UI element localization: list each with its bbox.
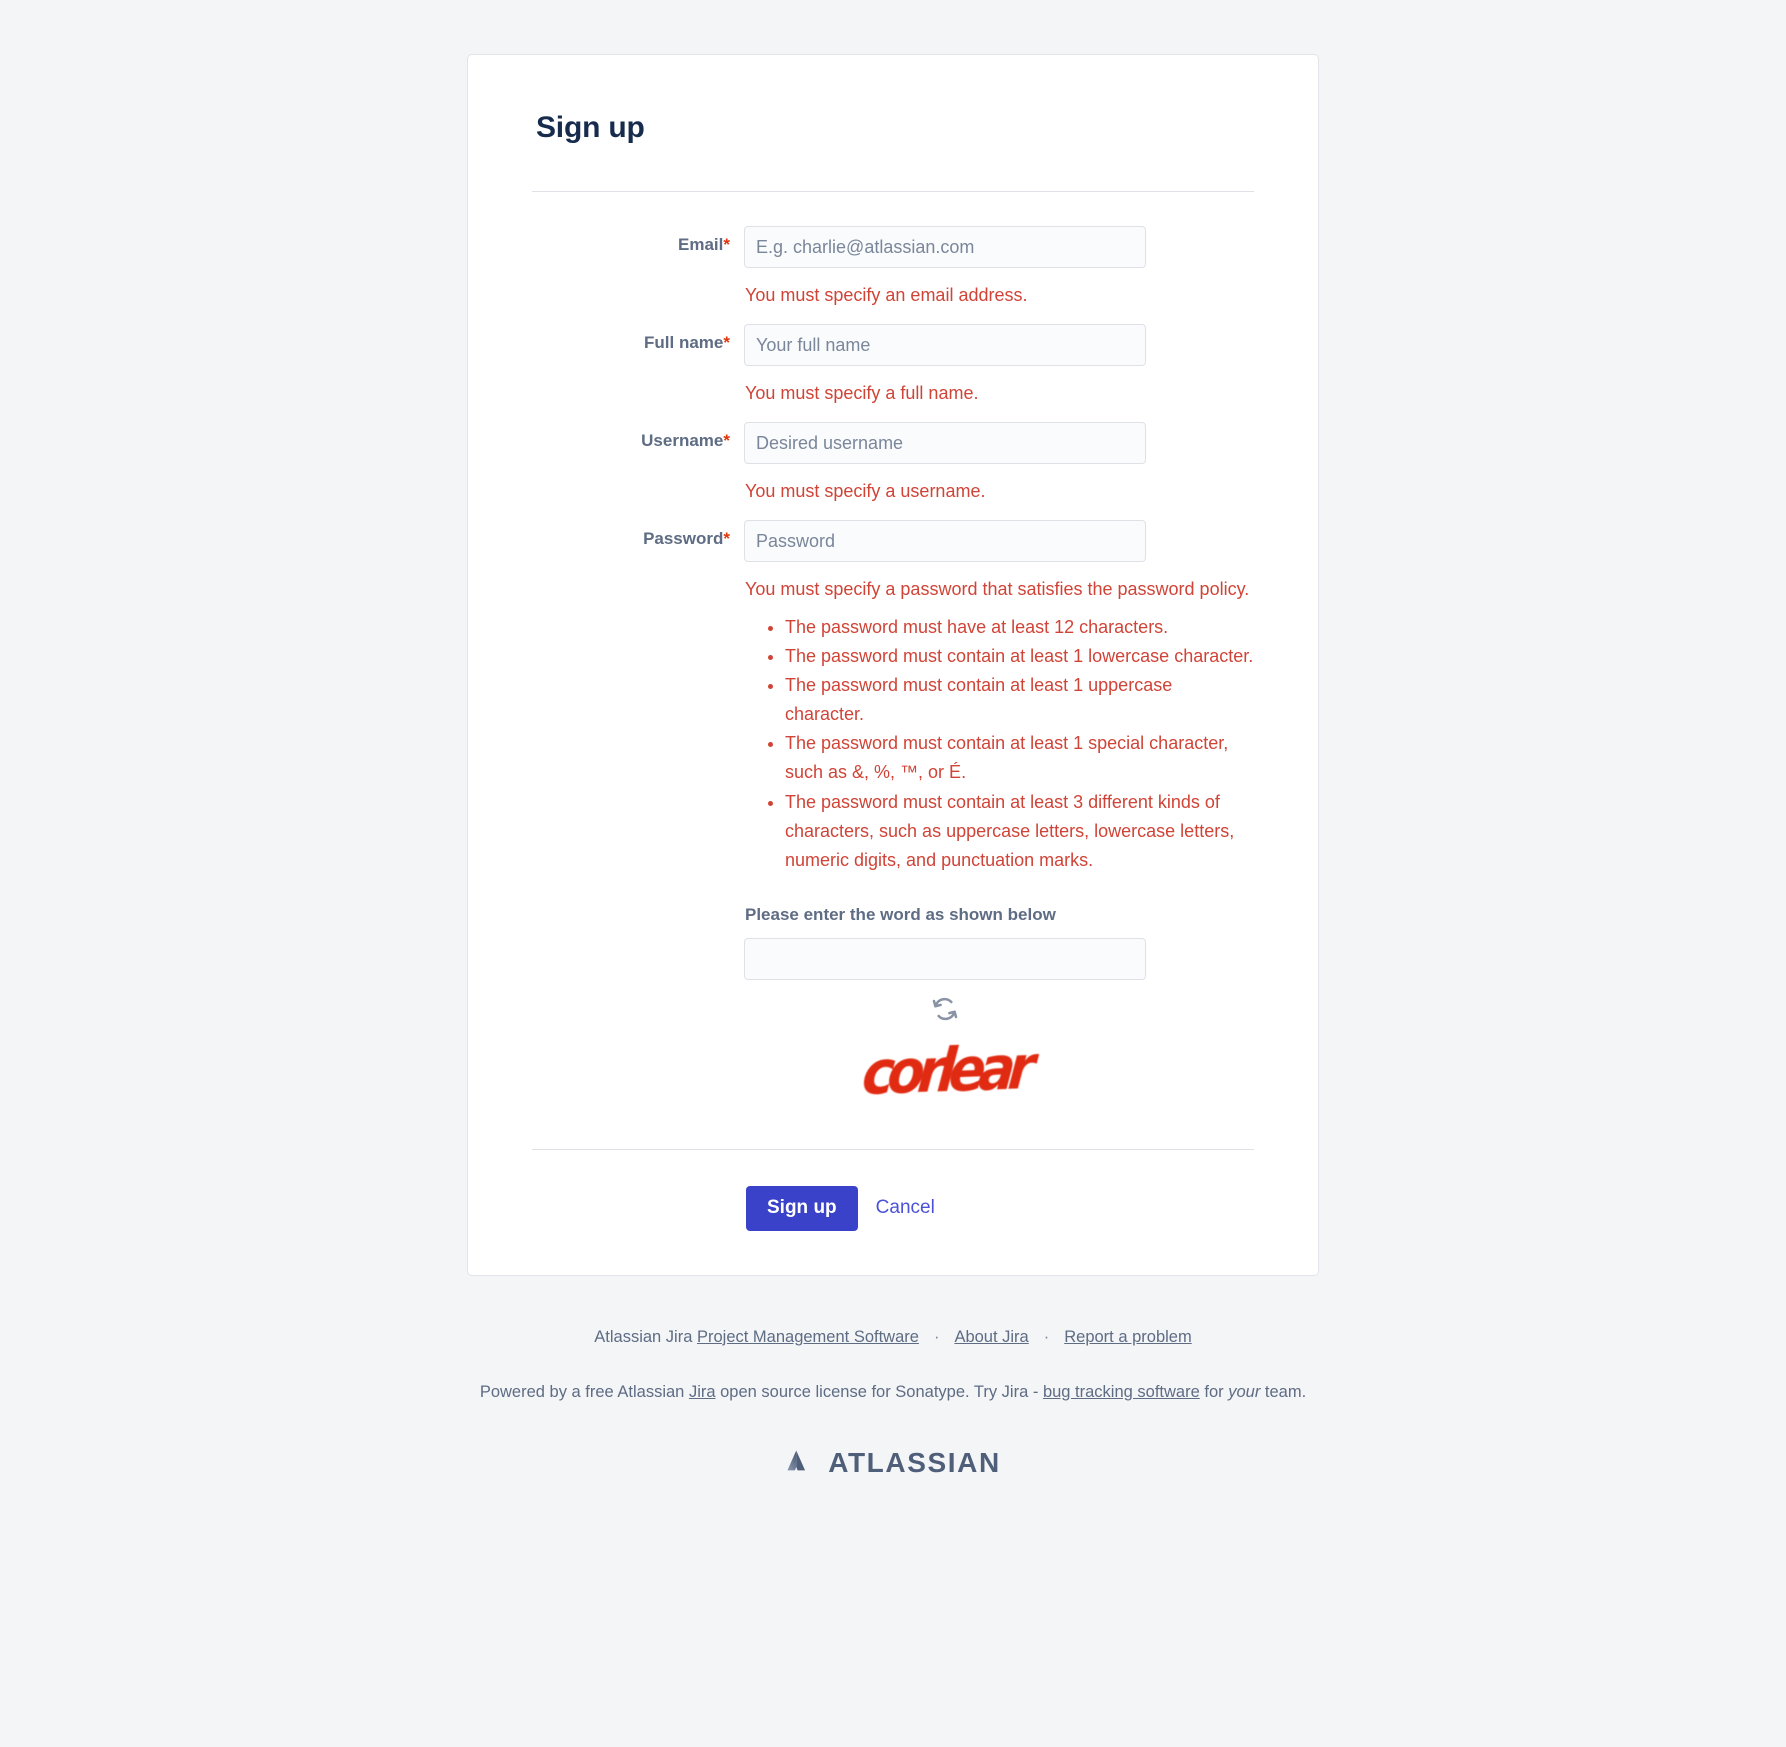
footer-link-bug-tracking-software[interactable]: bug tracking software [1043, 1383, 1200, 1401]
captcha-word: corlear [859, 1031, 1031, 1109]
password-error-message: You must specify a password that satisfi… [745, 579, 1250, 600]
username-error-wrap: You must specify a username. [744, 464, 1254, 520]
footer-separator-1: · [933, 1327, 940, 1346]
spacer-email [532, 268, 744, 277]
username-required-marker: * [723, 431, 730, 451]
page-title: Sign up [536, 111, 645, 144]
footer-link-project-management-software[interactable]: Project Management Software [697, 1328, 919, 1346]
title-divider [532, 191, 1254, 192]
fullname-error-wrap: You must specify a full name. [744, 366, 1254, 422]
email-required-marker: * [723, 235, 730, 254]
email-control [744, 226, 1254, 268]
footer-link-about-jira[interactable]: About Jira [954, 1328, 1028, 1346]
email-label-text: Email [678, 235, 724, 254]
fullname-error-message: You must specify a full name. [745, 383, 979, 404]
list-item: The password must contain at least 3 dif… [785, 788, 1254, 875]
footer-link-jira[interactable]: Jira [689, 1383, 716, 1401]
license-text-part1: Powered by a free Atlassian [479, 1382, 689, 1401]
signup-card: Sign up Email* You must specify an email… [467, 54, 1319, 1276]
username-label: Username* [532, 422, 744, 451]
field-row-password: Password* [532, 520, 1254, 563]
spacer-username [532, 464, 744, 473]
footer-links-row: Atlassian Jira Project Management Softwa… [0, 1328, 1786, 1347]
field-row-email: Email* [532, 226, 1254, 268]
password-control [744, 520, 1254, 563]
captcha-label: Please enter the word as shown below [745, 905, 1056, 925]
footer-prefix: Atlassian Jira [594, 1327, 697, 1346]
fullname-label-text: Full name [644, 333, 724, 353]
captcha-refresh-row [744, 994, 1146, 1024]
atlassian-mark-icon [785, 1446, 815, 1481]
field-row-username: Username* [532, 422, 1254, 465]
footer-link-report-a-problem[interactable]: Report a problem [1064, 1328, 1191, 1346]
spacer-password [532, 562, 744, 571]
list-item: The password must contain at least 1 spe… [785, 729, 1254, 787]
username-error-message: You must specify a username. [745, 481, 986, 502]
captcha-image: corlear [744, 1030, 1146, 1110]
email-error-wrap: You must specify an email address. [744, 268, 1254, 324]
license-text-part3: for [1199, 1382, 1229, 1401]
password-label-text: Password [643, 529, 724, 549]
password-label: Password* [532, 520, 744, 549]
fullname-input[interactable] [744, 324, 1146, 367]
password-error-wrap: You must specify a password that satisfi… [744, 562, 1254, 1110]
fullname-label: Full name* [532, 324, 744, 353]
password-policy-list: The password must have at least 12 chara… [744, 613, 1254, 875]
cancel-link[interactable]: Cancel [876, 1197, 935, 1219]
field-row-password-error: You must specify a password that satisfi… [532, 562, 1254, 1110]
field-row-fullname-error: You must specify a full name. [532, 366, 1254, 422]
field-row-fullname: Full name* [532, 324, 1254, 367]
list-item: The password must contain at least 1 low… [785, 642, 1254, 671]
password-input[interactable] [744, 520, 1146, 563]
fullname-control [744, 324, 1254, 367]
signup-page: Sign up Email* You must specify an email… [0, 0, 1786, 1747]
captcha-input[interactable] [744, 938, 1146, 981]
email-input[interactable] [744, 226, 1146, 268]
footer-license-row: Powered by a free Atlassian Jira open so… [0, 1383, 1786, 1402]
actions-divider [532, 1149, 1254, 1151]
license-text-part2: open source license for Sonatype. Try Ji… [715, 1382, 1043, 1401]
list-item: The password must contain at least 1 upp… [785, 671, 1254, 729]
atlassian-wordmark: ATLASSIAN [828, 1447, 1001, 1479]
license-text-emphasis: your [1228, 1382, 1261, 1401]
page-footer: Atlassian Jira Project Management Softwa… [0, 1276, 1786, 1481]
list-item: The password must have at least 12 chara… [785, 613, 1254, 642]
form-actions: Sign up Cancel [746, 1186, 1254, 1231]
refresh-icon[interactable] [930, 994, 960, 1024]
captcha-block: Please enter the word as shown below cor… [744, 905, 1254, 1110]
username-input[interactable] [744, 422, 1146, 465]
spacer-fullname [532, 366, 744, 375]
username-control [744, 422, 1254, 465]
atlassian-logo: ATLASSIAN [0, 1446, 1786, 1481]
email-label: Email* [532, 226, 744, 255]
field-row-username-error: You must specify a username. [532, 464, 1254, 520]
fullname-required-marker: * [723, 333, 730, 353]
field-row-email-error: You must specify an email address. [532, 268, 1254, 324]
signup-button[interactable]: Sign up [746, 1186, 858, 1231]
email-error-message: You must specify an email address. [745, 285, 1028, 305]
password-required-marker: * [723, 529, 730, 549]
license-text-part4: team. [1260, 1382, 1307, 1401]
footer-separator-2: · [1043, 1327, 1050, 1346]
username-label-text: Username [641, 431, 724, 451]
